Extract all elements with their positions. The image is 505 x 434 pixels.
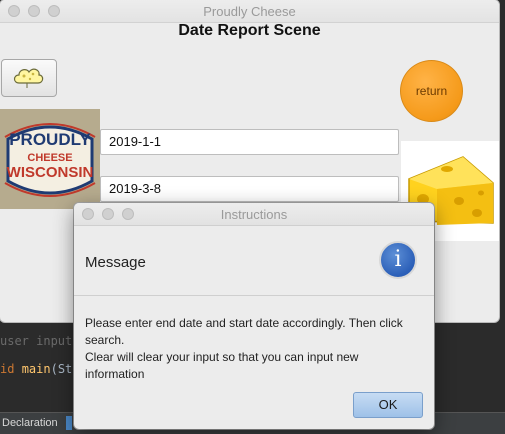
message-line: Please enter end date and start date acc… — [85, 316, 403, 330]
ide-code-line-main: id main(Str — [0, 362, 80, 376]
ok-button[interactable]: OK — [353, 392, 423, 418]
message-line: Clear will clear your input so that you … — [85, 350, 359, 364]
return-button[interactable]: return — [400, 60, 463, 122]
dialog-titlebar[interactable]: Instructions — [74, 203, 434, 226]
message-line: search. — [85, 333, 125, 347]
info-icon: i — [379, 241, 417, 279]
logo-text-top: PROUDLY — [9, 130, 91, 149]
dialog-divider — [74, 295, 434, 296]
logo-text-middle: CHEESE — [27, 152, 72, 164]
logo-text-bottom: WISCONSIN — [7, 164, 94, 181]
ide-function-name: main — [21, 362, 51, 376]
ide-keyword: id — [0, 362, 22, 376]
instructions-dialog: Instructions Message i Please enter end … — [74, 203, 434, 429]
start-date-input[interactable]: 2019-1-1 — [100, 129, 399, 155]
cheese-icon-button[interactable] — [1, 59, 57, 97]
end-date-input[interactable]: 2019-3-8 — [100, 176, 399, 202]
ide-tab-marker — [66, 416, 72, 430]
message-label: Message — [85, 254, 146, 271]
dialog-title: Instructions — [220, 207, 288, 222]
page-title: Date Report Scene — [178, 22, 321, 39]
window-titlebar[interactable]: Proudly Cheese — [0, 0, 499, 23]
window-title: Proudly Cheese — [203, 4, 296, 19]
ide-code-line: user input — [0, 334, 73, 348]
proudly-wisconsin-cheese-logo: PROUDLY CHEESE WISCONSIN — [0, 109, 100, 209]
cheese-cloud-icon — [13, 68, 44, 88]
ide-tab-declaration[interactable]: Declaration — [0, 417, 58, 429]
dialog-message-body: Please enter end date and start date acc… — [85, 315, 415, 383]
message-line: information — [85, 367, 145, 381]
